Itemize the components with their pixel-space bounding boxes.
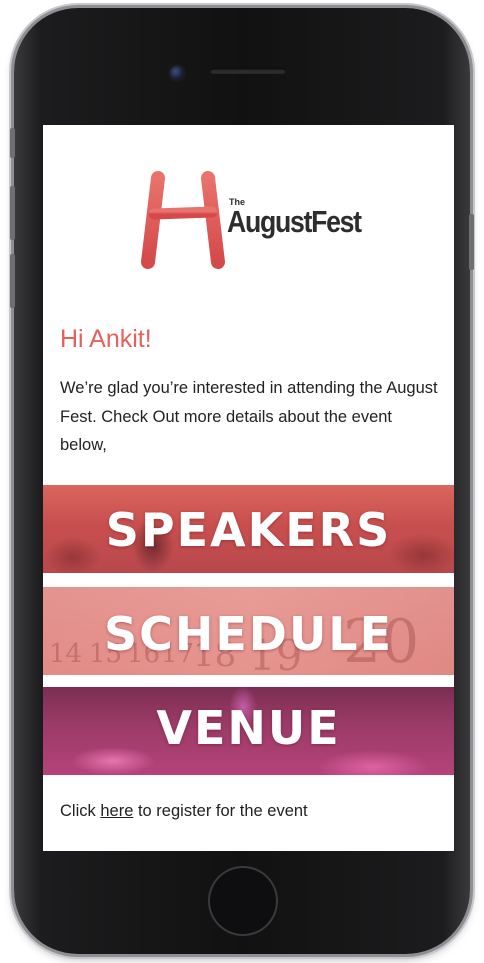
- volume-down-button: [10, 254, 15, 308]
- greeting-heading: Hi Ankit!: [60, 325, 152, 353]
- logo-wordmark: AugustFest: [227, 204, 362, 239]
- intro-paragraph: We’re glad you’re interested in attendin…: [60, 379, 438, 454]
- email-screen: The AugustFest Hi Ankit! We’re glad you’…: [43, 125, 454, 851]
- venue-banner-label: VENUE: [156, 701, 341, 755]
- phone-frame: The AugustFest Hi Ankit! We’re glad you’…: [10, 8, 474, 954]
- home-button[interactable]: [210, 868, 276, 934]
- register-suffix: to register for the event: [133, 802, 308, 820]
- register-text: Click here to register for the event: [60, 802, 308, 821]
- speakers-banner[interactable]: SPEAKERS: [43, 485, 454, 573]
- power-button: [469, 214, 474, 270]
- front-camera: [170, 66, 184, 80]
- register-link[interactable]: here: [100, 802, 133, 820]
- register-prefix: Click: [60, 802, 101, 820]
- silent-switch: [10, 128, 15, 158]
- schedule-banner[interactable]: 14 15 16 17 18 19 20 SCHEDULE: [43, 587, 454, 675]
- venue-banner[interactable]: VENUE: [43, 687, 454, 775]
- volume-up-button: [10, 186, 15, 240]
- earpiece-speaker: [210, 68, 286, 74]
- august-fest-logo: The AugustFest: [134, 170, 374, 270]
- schedule-banner-label: SCHEDULE: [103, 607, 394, 661]
- speakers-banner-label: SPEAKERS: [105, 503, 392, 557]
